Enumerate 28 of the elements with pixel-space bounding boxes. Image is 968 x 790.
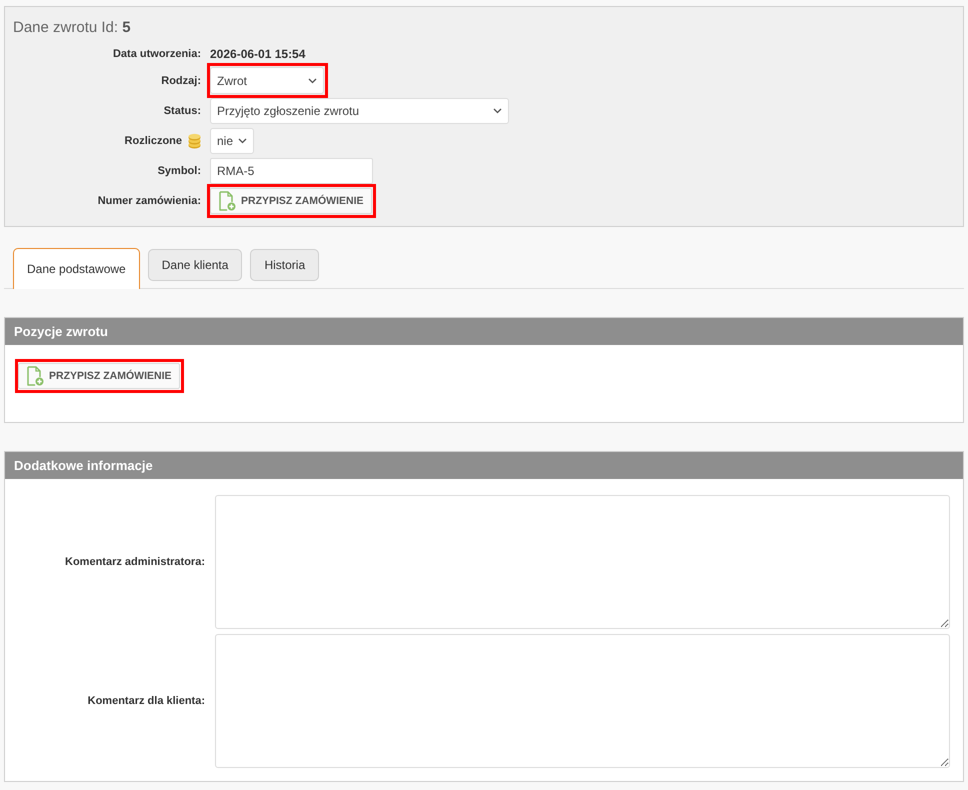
field-label: Rodzaj:: [161, 74, 201, 86]
section-header: Dodatkowe informacje: [5, 452, 963, 479]
tab[interactable]: Dane klienta: [148, 249, 242, 281]
chevron-down-icon: [238, 138, 247, 144]
comment-textarea[interactable]: [215, 495, 950, 629]
field-label: Data utworzenia:: [112, 48, 201, 60]
select-field[interactable]: Przyjęto zgłoszenie zwrotu: [210, 98, 509, 124]
input-field[interactable]: RMA-5: [210, 158, 373, 184]
tab[interactable]: Historia: [250, 249, 320, 281]
chevron-down-icon: [308, 78, 317, 84]
section-header: Pozycje zwrotu: [5, 318, 963, 345]
document-plus-icon: [27, 366, 44, 386]
field-value: 2026-06-01 15:54: [210, 47, 306, 61]
field-label: Komentarz administratora:: [64, 556, 205, 568]
assign-order-button[interactable]: PRZYPISZ ZAMÓWIENIE: [210, 188, 372, 214]
panel-title: Dane zwrotu Id: 5: [13, 19, 132, 37]
field-label: Numer zamówienia:: [98, 195, 201, 207]
tab[interactable]: Dane podstawowe: [13, 248, 140, 289]
field-label: Rozliczone: [124, 135, 182, 147]
document-plus-icon: [219, 191, 236, 211]
comment-textarea[interactable]: [215, 634, 950, 768]
assign-order-button[interactable]: PRZYPISZ ZAMÓWIENIE: [18, 363, 180, 389]
field-label: Symbol:: [158, 165, 201, 177]
field-label: Komentarz dla klienta:: [86, 695, 205, 707]
field-label: Status:: [164, 105, 201, 117]
select-field[interactable]: nie: [210, 128, 254, 154]
chevron-down-icon: [493, 108, 502, 114]
select-field[interactable]: Zwrot: [210, 67, 324, 94]
